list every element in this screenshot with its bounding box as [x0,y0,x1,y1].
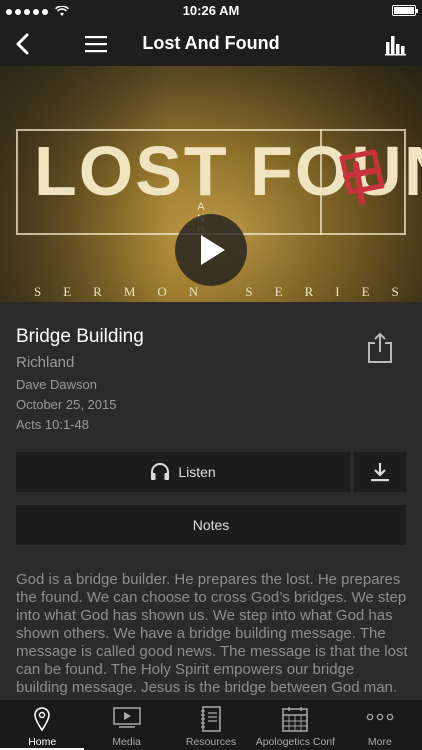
status-bar: 10:26 AM [0,0,422,22]
tab-bar: Home Media Resources Apologetics Conf Mo… [0,700,422,750]
page-title: Lost And Found [142,33,280,53]
share-icon[interactable] [366,332,394,364]
notes-button[interactable]: Notes [16,505,406,545]
sermon-title: Bridge Building [16,326,144,347]
download-icon [371,463,389,482]
location-pin-icon [34,707,51,732]
listen-label: Listen [178,464,216,480]
tab-label: More [367,736,392,748]
artwork-subtitle: SERMON SERIES [34,284,421,299]
media-icon [112,707,141,728]
tab-label: Resources [185,736,237,748]
play-button[interactable] [175,214,247,286]
series-artwork: LOST FOUND A N D SERMON SERIES [0,66,422,302]
listen-button[interactable]: Listen [16,452,350,492]
bar-chart-icon[interactable] [384,32,408,56]
download-button[interactable] [354,452,406,492]
tab-more[interactable]: More [338,700,422,750]
sermon-date: October 25, 2015 [16,397,117,412]
tab-label: Apologetics Conf [255,736,336,748]
headphones-icon [151,463,170,480]
tab-label: Media [112,736,141,748]
tab-apologetics-conf[interactable]: Apologetics Conf [253,700,337,750]
sermon-speaker: Dave Dawson [16,377,97,392]
tab-home[interactable]: Home [0,700,85,750]
more-dots-icon [366,713,394,721]
sermon-description: God is a bridge builder. He prepares the… [16,571,408,696]
notes-label: Notes [192,517,230,533]
sermon-passage: Acts 10:1-48 [16,417,89,432]
play-icon [201,235,225,265]
status-time: 10:26 AM [182,3,240,18]
tab-resources[interactable]: Resources [169,700,253,750]
nav-bar: Lost And Found [0,22,422,66]
battery-icon [392,5,418,16]
sermon-details: Bridge Building Richland Dave Dawson Oct… [16,326,144,432]
sermon-series: Richland [16,354,75,371]
church-logo-icon [339,149,385,205]
tab-media[interactable]: Media [84,700,168,750]
notebook-icon [201,706,221,732]
tab-label: Home [28,736,57,748]
calendar-icon [282,707,309,732]
